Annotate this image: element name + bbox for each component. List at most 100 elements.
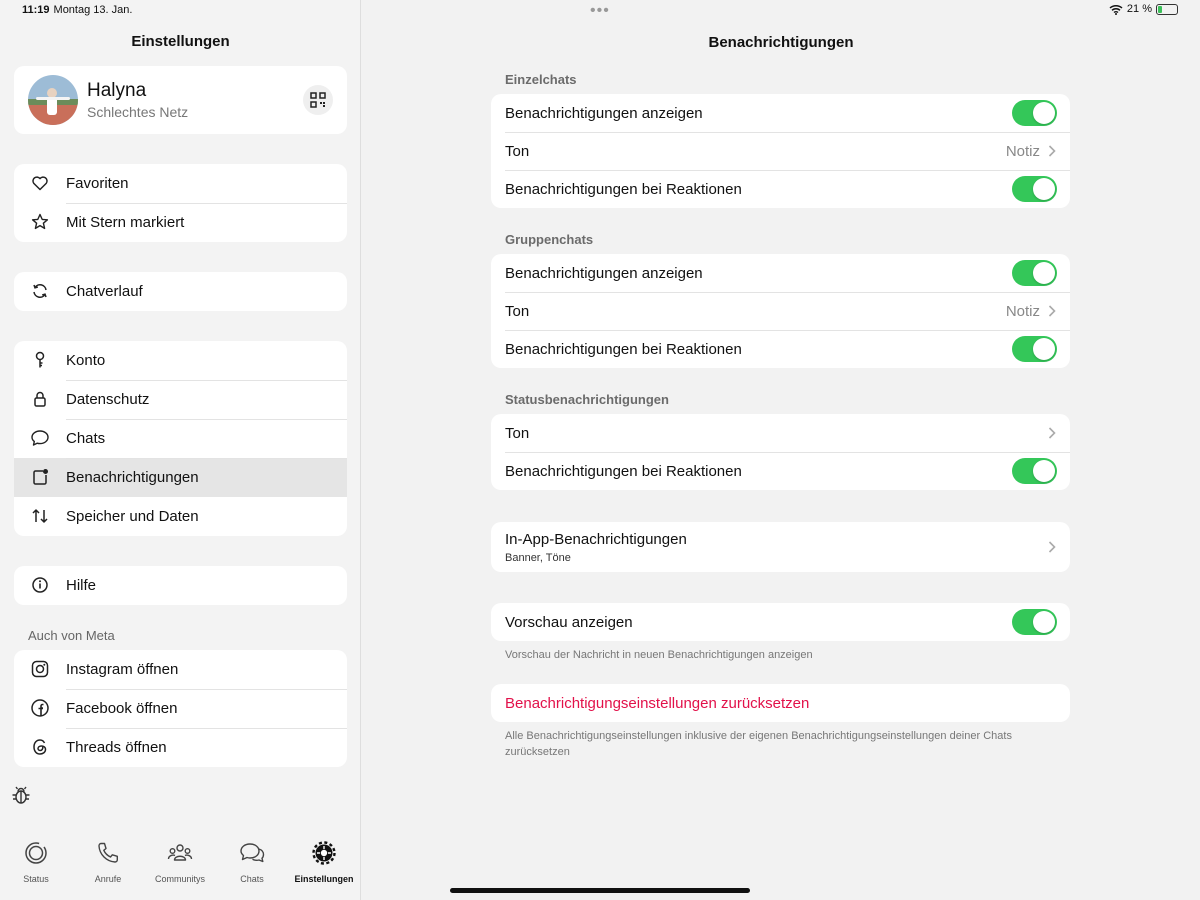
wifi-icon [1109,4,1123,15]
tab-label: Chats [240,874,264,884]
preview-toggle[interactable] [1012,609,1057,635]
tab-chats[interactable]: Chats [216,832,288,887]
sidebar-item-label: Speicher und Daten [66,508,199,525]
sidebar-item-label: Threads öffnen [66,739,167,756]
status-icon [25,842,47,864]
reset-footnote: Alle Benachrichtigungseinstellungen inkl… [505,730,1012,758]
profile-card[interactable]: Halyna Schlechtes Netz [14,66,347,134]
sidebar-item-label: Facebook öffnen [66,700,178,717]
tab-settings[interactable]: Einstellungen [288,832,360,887]
row-label: Benachrichtigungen bei Reaktionen [505,340,742,358]
sidebar-item-storage[interactable]: Speicher und Daten [14,497,347,536]
row-label: Benachrichtigungen bei Reaktionen [505,180,742,198]
chevron-right-icon [1048,145,1056,157]
heart-icon [32,176,48,191]
battery-level [1158,5,1162,13]
sidebar-item-label: Datenschutz [66,391,150,408]
sidebar-item-label: Instagram öffnen [66,661,179,678]
sidebar-item-label: Benachrichtigungen [66,469,199,486]
status-bar-right: 21 % [1109,3,1178,15]
tab-bar: Status Anrufe Communitys Chats Einstellu… [0,832,361,892]
key-icon [35,351,45,368]
sidebar-item-privacy[interactable]: Datenschutz [14,380,347,419]
reset-notifications-button[interactable]: Benachrichtigungseinstellungen zurückset… [491,684,1070,722]
sidebar-item-label: Chatverlauf [66,283,143,300]
notification-icon [33,469,48,485]
sync-icon [33,284,47,298]
sidebar-item-instagram[interactable]: Instagram öffnen [14,650,347,689]
sidebar: 11:19 Montag 13. Jan. Einstellungen Halyn… [0,0,361,900]
home-indicator[interactable] [450,888,750,893]
section-label-groups: Gruppenchats [505,232,594,247]
section-label-status: Statusbenachrichtigungen [505,392,669,407]
help-group: Hilfe [14,566,347,605]
row-label: Benachrichtigungen anzeigen [505,104,703,122]
reset-group: Benachrichtigungseinstellungen zurückset… [491,684,1070,722]
sidebar-item-label: Favoriten [66,175,129,192]
battery-percent: 21 % [1126,3,1152,15]
individual-reactions-toggle[interactable] [1012,176,1057,202]
tab-label: Status [23,874,49,884]
row-label: In-App-Benachrichtigungen [505,530,687,548]
in-app-notifications-row[interactable]: In-App-Benachrichtigungen Banner, Töne [491,522,1070,572]
preview-row: Vorschau anzeigen [491,603,1070,641]
sidebar-item-label: Hilfe [66,577,97,594]
row-label: Vorschau anzeigen [505,613,633,631]
group-show-notifications-toggle[interactable] [1012,260,1057,286]
individual-reactions-row: Benachrichtigungen bei Reaktionen [491,170,1070,208]
individual-tone-row[interactable]: Ton Notiz [491,132,1070,170]
row-label: Benachrichtigungseinstellungen zurückset… [505,694,810,712]
tone-value: Notiz [1005,303,1040,320]
sidebar-item-notifications[interactable]: Benachrichtigungen [14,458,347,497]
sidebar-item-starred[interactable]: Mit Stern markiert [14,203,347,242]
status-notifications-group: Ton Benachrichtigungen bei Reaktionen [491,414,1070,490]
threads-icon [33,739,47,755]
status-tone-row[interactable]: Ton [491,414,1070,452]
group-reactions-toggle[interactable] [1012,336,1057,362]
row-label: Ton [505,142,530,160]
tab-calls[interactable]: Anrufe [72,832,144,887]
tab-communities[interactable]: Communitys [144,832,216,887]
communities-icon [167,844,193,861]
sidebar-item-label: Mit Stern markiert [66,214,185,231]
row-label: Benachrichtigungen bei Reaktionen [505,462,742,480]
individual-show-notifications-toggle[interactable] [1012,100,1057,126]
status-reactions-toggle[interactable] [1012,458,1057,484]
in-app-group: In-App-Benachrichtigungen Banner, Töne [491,522,1070,572]
sidebar-item-account[interactable]: Konto [14,341,347,380]
multitasking-dots[interactable]: ••• [590,2,610,20]
group-chats-group: Benachrichtigungen anzeigen Ton Notiz Be… [491,254,1070,368]
row-label: Ton [505,424,530,442]
section-label-individual: Einzelchats [505,72,577,87]
preview-group: Vorschau anzeigen [491,603,1070,641]
phone-icon [98,842,118,863]
avatar[interactable] [28,75,78,125]
chevron-right-icon [1048,427,1056,439]
arrows-updown-icon [32,509,48,523]
meta-group: Instagram öffnen Facebook öffnen Threads… [14,650,347,767]
sidebar-item-label: Chats [66,430,106,447]
sidebar-item-favorites[interactable]: Favoriten [14,164,347,203]
chats-icon [240,843,265,863]
tab-label: Einstellungen [294,874,354,884]
row-label: Ton [505,302,530,320]
chat-history-group: Chatverlauf [14,272,347,311]
instagram-icon [31,660,49,678]
sidebar-item-facebook[interactable]: Facebook öffnen [14,689,347,728]
meta-section-label: Auch von Meta [28,628,115,643]
qr-code-button[interactable] [303,85,333,115]
bug-icon[interactable] [10,784,32,806]
account-group: Konto Datenschutz Chats Benachrichtigung… [14,341,347,536]
chevron-right-icon [1048,541,1056,553]
tab-status[interactable]: Status [0,832,72,887]
lock-icon [34,391,46,407]
sidebar-item-threads[interactable]: Threads öffnen [14,728,347,767]
page-title: Benachrichtigungen [708,34,854,51]
sidebar-item-help[interactable]: Hilfe [14,566,347,605]
sidebar-item-chat-history[interactable]: Chatverlauf [14,272,347,311]
sidebar-item-chats[interactable]: Chats [14,419,347,458]
sidebar-title: Einstellungen [131,33,230,50]
star-icon [31,213,49,230]
chat-bubble-icon [31,430,49,446]
group-tone-row[interactable]: Ton Notiz [491,292,1070,330]
